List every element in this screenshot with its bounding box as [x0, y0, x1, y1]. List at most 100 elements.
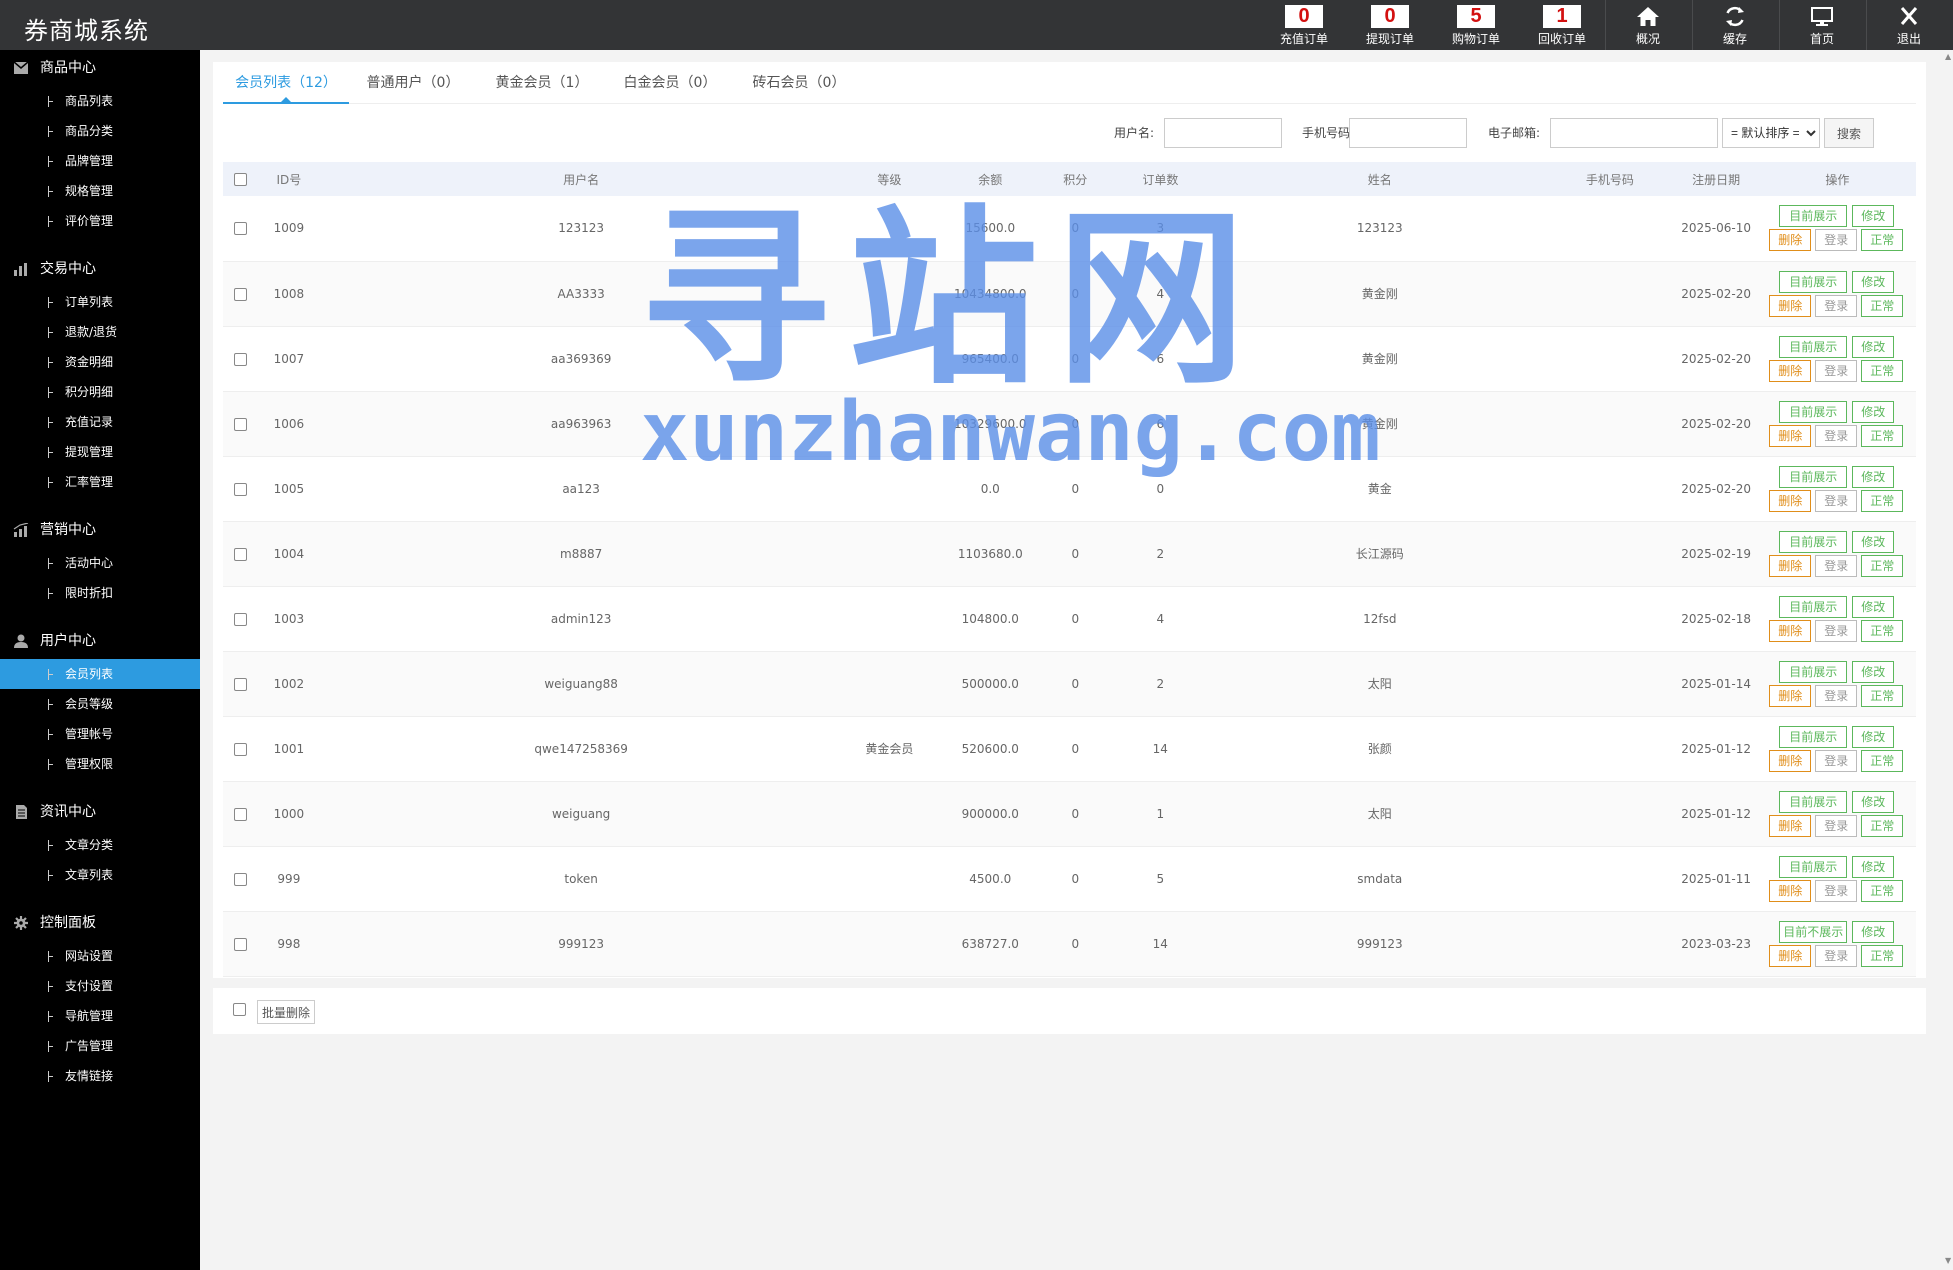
edit-button[interactable]: 修改 [1852, 465, 1895, 488]
status-button[interactable]: 正常 [1861, 814, 1904, 837]
sidebar-section-control[interactable]: 控制面板 [0, 905, 200, 941]
overview-button[interactable]: 概况 [1606, 0, 1690, 50]
sidebar-item-site-settings[interactable]: 网站设置 [0, 941, 200, 971]
status-button[interactable]: 正常 [1861, 684, 1904, 707]
sidebar-item-article-category[interactable]: 文章分类 [0, 830, 200, 860]
sidebar-section-news[interactable]: 资讯中心 [0, 794, 200, 830]
status-button[interactable]: 正常 [1861, 489, 1904, 512]
delete-button[interactable]: 删除 [1769, 684, 1812, 707]
status-button[interactable]: 正常 [1861, 359, 1904, 382]
row-checkbox[interactable] [233, 287, 247, 301]
email-input[interactable] [1550, 118, 1718, 148]
tab-platinum-members[interactable]: 白金会员（0） [615, 62, 725, 104]
display-toggle-button[interactable]: 目前展示 [1779, 400, 1848, 423]
sidebar-section-users[interactable]: 用户中心 [0, 623, 200, 659]
sidebar-section-trade[interactable]: 交易中心 [0, 251, 200, 287]
delete-button[interactable]: 删除 [1769, 359, 1812, 382]
scroll-up-arrow[interactable]: ▲ [1945, 52, 1951, 61]
row-checkbox[interactable] [233, 872, 247, 886]
login-button[interactable]: 登录 [1815, 749, 1858, 772]
status-button[interactable]: 正常 [1861, 294, 1904, 317]
tab-all-members[interactable]: 会员列表（12） [223, 62, 349, 104]
display-toggle-button[interactable]: 目前展示 [1779, 790, 1848, 813]
row-checkbox[interactable] [233, 482, 247, 496]
login-button[interactable]: 登录 [1815, 619, 1858, 642]
sidebar-item-discount[interactable]: 限时折扣 [0, 578, 200, 608]
sidebar-section-goods[interactable]: 商品中心 [0, 50, 200, 86]
edit-button[interactable]: 修改 [1852, 920, 1895, 943]
sidebar-item-article-list[interactable]: 文章列表 [0, 860, 200, 890]
sidebar-item-ads[interactable]: 广告管理 [0, 1031, 200, 1061]
edit-button[interactable]: 修改 [1852, 725, 1895, 748]
delete-button[interactable]: 删除 [1769, 424, 1812, 447]
delete-button[interactable]: 删除 [1769, 294, 1812, 317]
login-button[interactable]: 登录 [1815, 229, 1858, 252]
display-toggle-button[interactable]: 目前展示 [1779, 465, 1848, 488]
sidebar-item-friend-links[interactable]: 友情链接 [0, 1061, 200, 1091]
sidebar-item-spec[interactable]: 规格管理 [0, 176, 200, 206]
tab-normal-users[interactable]: 普通用户（0） [358, 62, 468, 104]
delete-button[interactable]: 删除 [1769, 814, 1812, 837]
sidebar-item-points[interactable]: 积分明细 [0, 377, 200, 407]
row-checkbox[interactable] [233, 807, 247, 821]
logout-button[interactable]: 退出 [1867, 0, 1951, 50]
row-checkbox[interactable] [233, 352, 247, 366]
row-checkbox[interactable] [233, 677, 247, 691]
display-toggle-button[interactable]: 目前展示 [1779, 725, 1848, 748]
sidebar-item-member-level[interactable]: 会员等级 [0, 689, 200, 719]
sidebar-item-goods-category[interactable]: 商品分类 [0, 116, 200, 146]
username-input[interactable] [1164, 118, 1282, 148]
row-checkbox[interactable] [233, 547, 247, 561]
edit-button[interactable]: 修改 [1852, 790, 1895, 813]
edit-button[interactable]: 修改 [1852, 205, 1895, 228]
row-checkbox[interactable] [233, 742, 247, 756]
display-toggle-button[interactable]: 目前不展示 [1779, 920, 1848, 943]
display-toggle-button[interactable]: 目前展示 [1779, 270, 1848, 293]
display-toggle-button[interactable]: 目前展示 [1779, 595, 1848, 618]
row-checkbox[interactable] [233, 612, 247, 626]
phone-input[interactable] [1349, 118, 1467, 148]
edit-button[interactable]: 修改 [1852, 595, 1895, 618]
login-button[interactable]: 登录 [1815, 554, 1858, 577]
display-toggle-button[interactable]: 目前展示 [1779, 855, 1848, 878]
delete-button[interactable]: 删除 [1769, 749, 1812, 772]
sidebar-item-payment-settings[interactable]: 支付设置 [0, 971, 200, 1001]
status-button[interactable]: 正常 [1861, 619, 1904, 642]
sort-select[interactable]: = 默认排序 = [1722, 118, 1820, 148]
shopping-orders-button[interactable]: 5 购物订单 [1434, 0, 1518, 50]
sidebar-item-recharge[interactable]: 充值记录 [0, 407, 200, 437]
homepage-button[interactable]: 首页 [1780, 0, 1864, 50]
sidebar-item-activities[interactable]: 活动中心 [0, 548, 200, 578]
edit-button[interactable]: 修改 [1852, 335, 1895, 358]
tab-gold-members[interactable]: 黄金会员（1） [487, 62, 597, 104]
sidebar-item-refund[interactable]: 退款/退货 [0, 317, 200, 347]
status-button[interactable]: 正常 [1861, 944, 1904, 967]
sidebar-item-goods-list[interactable]: 商品列表 [0, 86, 200, 116]
sidebar-item-admin-permissions[interactable]: 管理权限 [0, 749, 200, 779]
scrollbar[interactable] [1943, 50, 1953, 1270]
login-button[interactable]: 登录 [1815, 814, 1858, 837]
cache-button[interactable]: 缓存 [1693, 0, 1777, 50]
status-button[interactable]: 正常 [1861, 879, 1904, 902]
login-button[interactable]: 登录 [1815, 879, 1858, 902]
display-toggle-button[interactable]: 目前展示 [1779, 660, 1848, 683]
delete-button[interactable]: 删除 [1769, 489, 1812, 512]
edit-button[interactable]: 修改 [1852, 530, 1895, 553]
sidebar-item-review[interactable]: 评价管理 [0, 206, 200, 236]
login-button[interactable]: 登录 [1815, 424, 1858, 447]
display-toggle-button[interactable]: 目前展示 [1779, 205, 1848, 228]
sidebar-item-navigation[interactable]: 导航管理 [0, 1001, 200, 1031]
delete-button[interactable]: 删除 [1769, 944, 1812, 967]
delete-button[interactable]: 删除 [1769, 619, 1812, 642]
sidebar-item-exchange-rate[interactable]: 汇率管理 [0, 467, 200, 497]
withdraw-orders-button[interactable]: 0 提现订单 [1348, 0, 1432, 50]
sidebar-section-marketing[interactable]: 营销中心 [0, 512, 200, 548]
row-checkbox[interactable] [233, 937, 247, 951]
batch-delete-button[interactable]: 批量删除 [257, 1000, 315, 1024]
search-button[interactable]: 搜索 [1824, 118, 1874, 148]
row-checkbox[interactable] [233, 222, 247, 236]
tab-diamond-members[interactable]: 砖石会员（0） [744, 62, 854, 104]
sidebar-item-orders[interactable]: 订单列表 [0, 287, 200, 317]
status-button[interactable]: 正常 [1861, 749, 1904, 772]
login-button[interactable]: 登录 [1815, 489, 1858, 512]
